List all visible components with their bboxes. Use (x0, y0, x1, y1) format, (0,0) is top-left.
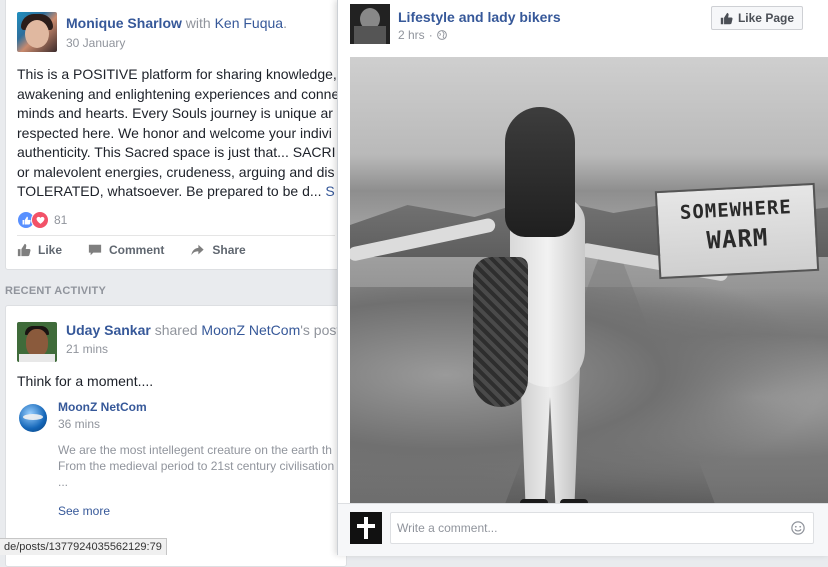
comment-button[interactable]: Comment (88, 243, 164, 257)
author-link[interactable]: Uday Sankar (66, 322, 151, 338)
globe-icon[interactable] (436, 30, 447, 40)
post-card-uday: Uday Sankar shared MoonZ NetCom's post 2… (5, 305, 347, 567)
post-popup: Lifestyle and lady bikers 2 hrs · Like P… (337, 0, 828, 556)
avatar[interactable] (17, 322, 57, 362)
post-text-line: minds and hearts. Every Souls journey is… (17, 105, 333, 121)
section-heading: RECENT ACTIVITY (5, 285, 106, 297)
shared-text-line: We are the most intellegent creature on … (58, 443, 332, 457)
status-bar-url: de/posts/1377924035562129:79 (0, 538, 167, 555)
comment-input[interactable] (390, 512, 814, 544)
sign-text-line2: WARM (705, 223, 769, 255)
sign-text-line1: SOMEWHERE (679, 196, 793, 224)
post-card-monique: Monique Sharlow with Ken Fuqua. 30 Janua… (5, 0, 347, 270)
page-avatar[interactable] (350, 4, 390, 44)
header-period: . (283, 15, 287, 31)
divider (17, 235, 335, 236)
reaction-count[interactable]: 81 (54, 213, 67, 227)
share-icon (191, 244, 204, 256)
comment-icon (88, 244, 102, 256)
post-text: Think for a moment.... (17, 373, 154, 389)
avatar[interactable] (17, 12, 57, 52)
like-page-button[interactable]: Like Page (710, 6, 803, 30)
post-photo[interactable]: SOMEWHERE WARM (350, 57, 828, 503)
post-text-line-last: TOLERATED, whatsoever. Be prepared to be… (17, 182, 347, 202)
emoji-icon[interactable] (791, 521, 805, 535)
with-text: with (185, 15, 211, 31)
post-actions: Like Comment Share (17, 243, 246, 257)
comment-label: Comment (109, 243, 165, 257)
author-link[interactable]: Monique Sharlow (66, 15, 182, 31)
shared-text-line: ... (58, 475, 69, 489)
photo-sign: SOMEWHERE WARM (654, 182, 820, 280)
post-text-line: authenticity. This Sacred space is just … (17, 144, 336, 160)
thumb-up-icon (17, 243, 31, 257)
reactions-summary[interactable]: 81 (17, 211, 67, 229)
shared-page-name[interactable]: MoonZ NetCom (58, 400, 147, 414)
like-button[interactable]: Like (17, 243, 62, 257)
shared-post-text: We are the most intellegent creature on … (58, 442, 348, 490)
shared-page-avatar[interactable] (17, 402, 49, 434)
post-text: This is a POSITIVE platform for sharing … (17, 65, 347, 202)
cross-emblem-icon (357, 517, 375, 539)
tagged-link[interactable]: Ken Fuqua (215, 15, 284, 31)
page-name-link[interactable]: Lifestyle and lady bikers (398, 9, 561, 25)
post-text-tail: TOLERATED, whatsoever. Be prepared to be… (17, 183, 326, 199)
post-text-line: This is a POSITIVE platform for sharing … (17, 66, 337, 82)
comment-composer (338, 503, 828, 556)
photo-figure (350, 107, 729, 503)
post-text-line: or malevolent energies, crudeness, argui… (17, 163, 335, 180)
like-page-label: Like Page (737, 11, 794, 25)
thumb-up-icon (720, 12, 733, 24)
see-more-link[interactable]: See more (58, 504, 110, 518)
post-meta: 2 hrs · (398, 28, 447, 42)
post-header: Monique Sharlow with Ken Fuqua. (66, 15, 287, 31)
share-button[interactable]: Share (190, 243, 246, 257)
post-time[interactable]: 21 mins (66, 342, 108, 356)
post-time[interactable]: 2 hrs (398, 28, 425, 42)
page-link[interactable]: MoonZ NetCom (201, 322, 300, 338)
love-reaction-icon (31, 211, 49, 229)
share-label: Share (212, 243, 246, 257)
post-text-line: awakening and enlightening experiences a… (17, 85, 340, 102)
post-text-line: respected here. We honor and welcome you… (17, 124, 332, 141)
shared-verb: shared (154, 322, 198, 338)
user-avatar[interactable] (350, 512, 382, 544)
post-time[interactable]: 30 January (66, 36, 125, 50)
like-label: Like (38, 243, 63, 257)
news-feed: Monique Sharlow with Ken Fuqua. 30 Janua… (0, 0, 347, 567)
post-link-suffix[interactable]: 's post (300, 322, 340, 338)
shared-text-line: From the medieval period to 21st century… (58, 459, 335, 473)
post-header: Uday Sankar shared MoonZ NetCom's post (66, 322, 340, 338)
see-more-link[interactable]: S (325, 183, 334, 199)
shared-post-time[interactable]: 36 mins (58, 417, 100, 431)
